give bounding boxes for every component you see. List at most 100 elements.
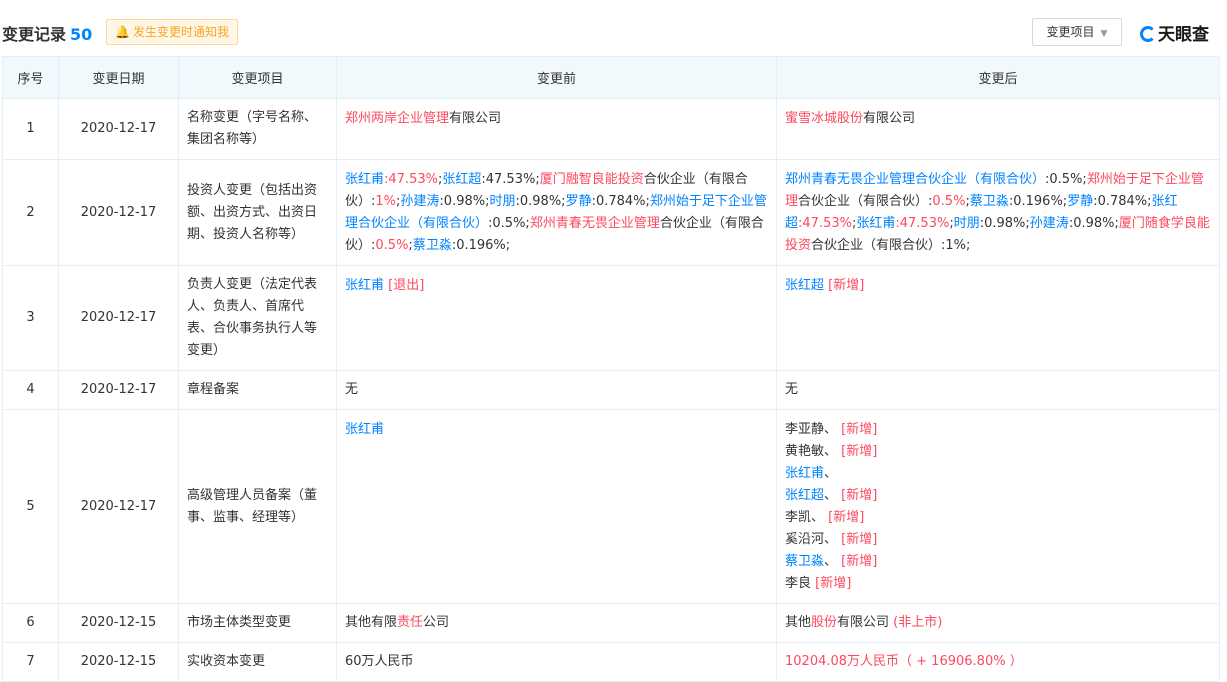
value-text: :47.53% (384, 172, 438, 187)
value-after: 张红超 [新增] (776, 265, 1220, 371)
value-text: 郑州青春无畏企业管理 (529, 216, 660, 231)
value-text: :0.196%; (451, 238, 511, 253)
change-records-table: 序号 变更日期 变更项目 变更前 变更后 1 2020-12-17 名称变更（字号名… (2, 56, 1220, 682)
section-header: 变更记录 50 🔔 发生变更时通知我 变更项目 ▼ 天眼查 (0, 0, 1227, 56)
value-text: 李亚静、 (785, 422, 842, 437)
value-text: 60万人民币 (345, 654, 414, 669)
entity-link[interactable]: 张红超 (785, 488, 824, 503)
value-text: 有限公司 (449, 111, 502, 126)
value-text: 其他有限 (345, 615, 398, 630)
bell-icon: 🔔 (115, 25, 130, 39)
entity-link[interactable]: 张红超 (442, 172, 481, 187)
change-item-filter[interactable]: 变更项目 ▼ (1032, 18, 1122, 46)
row-number: 6 (2, 603, 59, 643)
value-before: 张红甫 (336, 409, 777, 604)
table-row: 6 2020-12-15 市场主体类型变更 其他有限责任公司 其他股份有限公司 (非上市… (2, 603, 1220, 643)
value-text: [新增] (815, 576, 852, 591)
entity-link[interactable]: 蔡卫淼 (785, 554, 824, 569)
value-text: :0.5%; (1045, 172, 1087, 187)
value-before: 郑州两岸企业管理有限公司 (336, 98, 777, 160)
change-date: 2020-12-17 (58, 159, 179, 266)
entity-link[interactable]: 蔡卫淼 (970, 194, 1009, 209)
entity-link[interactable]: 郑州青春无畏企业管理合伙企业（有限合伙） (785, 172, 1045, 187)
entity-link[interactable]: 时朋 (954, 216, 980, 231)
col-header-date: 变更日期 (58, 56, 179, 99)
entity-link[interactable]: 张红甫 (856, 216, 895, 231)
col-header-before: 变更前 (336, 56, 777, 99)
value-text: :0.784%; (591, 194, 650, 209)
value-text: 合伙企业（有限合伙）: (798, 194, 933, 209)
col-header-item: 变更项目 (178, 56, 337, 99)
value-text: :0.5%; (488, 216, 530, 231)
value-text: [新增] (841, 488, 878, 503)
entity-link[interactable]: 罗静 (566, 194, 592, 209)
change-item: 名称变更（字号名称、集团名称等） (178, 98, 337, 160)
chevron-down-icon: ▼ (1100, 29, 1108, 39)
entity-link[interactable]: 孙建涛 (400, 194, 439, 209)
value-text: 无 (785, 382, 799, 397)
value-text: [新增] (841, 554, 878, 569)
value-after: 其他股份有限公司 (非上市) (776, 603, 1220, 643)
value-before: 张红甫 [退出] (336, 265, 777, 371)
value-text: 、 (824, 466, 838, 481)
col-header-no: 序号 (2, 56, 59, 99)
change-item: 章程备案 (178, 370, 337, 410)
entity-link[interactable]: 蔡卫淼 (413, 238, 452, 253)
value-text: :0.98%; (1068, 216, 1119, 231)
value-text: 奚沿河、 (785, 532, 842, 547)
row-number: 7 (2, 642, 59, 682)
value-after: 蜜雪冰城股份有限公司 (776, 98, 1220, 160)
value-before: 无 (336, 370, 777, 410)
value-text: :47.53% (798, 216, 852, 231)
value-text: 0.5% (375, 238, 409, 253)
value-text: :0.784%; (1093, 194, 1152, 209)
logo-text: 天眼查 (1158, 25, 1209, 45)
record-count: 50 (70, 25, 93, 44)
entity-link[interactable]: 张红超 (785, 278, 824, 293)
value-text: [新增] (828, 510, 865, 525)
value-text: 黄艳敏、 (785, 444, 842, 459)
filter-label: 变更项目 (1046, 25, 1095, 39)
row-number: 3 (2, 265, 59, 371)
value-text: [退出] (384, 278, 425, 293)
notify-button[interactable]: 🔔 发生变更时通知我 (106, 19, 238, 45)
section-title: 变更记录 50 (2, 21, 92, 45)
value-text: 其他 (785, 615, 812, 630)
value-text: 股份 (811, 615, 838, 630)
table-row: 4 2020-12-17 章程备案无无 (2, 370, 1220, 410)
value-text: (非上市) (893, 615, 943, 630)
table-row: 7 2020-12-15 实收资本变更 60万人民币 10204.08万人民币（ + 1… (2, 642, 1220, 682)
value-before: 张红甫:47.53%;张红超:47.53%;厦门融智良能投资合伙企业（有限合伙）… (336, 159, 777, 266)
value-after: 李亚静、 [新增] 黄艳敏、 [新增] 张红甫、 张红超、 [新增] 李凯、 [新增] 奚… (776, 409, 1220, 604)
value-text: :0.196%; (1008, 194, 1068, 209)
entity-link[interactable]: 张红甫 (345, 172, 384, 187)
entity-link[interactable]: 罗静 (1067, 194, 1093, 209)
value-text: 0.5% (932, 194, 966, 209)
change-date: 2020-12-17 (58, 370, 179, 410)
value-after: 无 (776, 370, 1220, 410)
change-item: 市场主体类型变更 (178, 603, 337, 643)
value-text: 合伙企业（有限合伙）:1%; (811, 238, 971, 253)
value-text: :0.98%; (515, 194, 566, 209)
value-before: 60万人民币 (336, 642, 777, 682)
entity-link[interactable]: 张红甫 (345, 422, 384, 437)
value-text: 蜜雪冰城股份 (785, 111, 864, 126)
value-text: 有限公司 (837, 615, 894, 630)
title-text: 变更记录 (2, 25, 67, 44)
value-text: [新增] (841, 422, 878, 437)
row-number: 2 (2, 159, 59, 266)
entity-link[interactable]: 张红甫 (345, 278, 384, 293)
change-date: 2020-12-17 (58, 98, 179, 160)
entity-link[interactable]: 时朋 (489, 194, 515, 209)
value-text: 公司 (423, 615, 450, 630)
entity-link[interactable]: 张红甫 (785, 466, 824, 481)
table-row: 5 2020-12-17 高级管理人员备案（董事、监事、经理等） 张红甫 李亚静、 [新… (2, 409, 1220, 604)
value-text: [新增] (824, 278, 865, 293)
entity-link[interactable]: 孙建涛 (1030, 216, 1069, 231)
value-text: :47.53% (895, 216, 950, 231)
value-before: 其他有限责任公司 (336, 603, 777, 643)
change-date: 2020-12-15 (58, 603, 179, 643)
col-header-after: 变更后 (776, 56, 1220, 99)
value-text: 无 (345, 382, 359, 397)
table-row: 2 2020-12-17 投资人变更（包括出资额、出资方式、出资日期、投资人名称等）… (2, 159, 1220, 266)
